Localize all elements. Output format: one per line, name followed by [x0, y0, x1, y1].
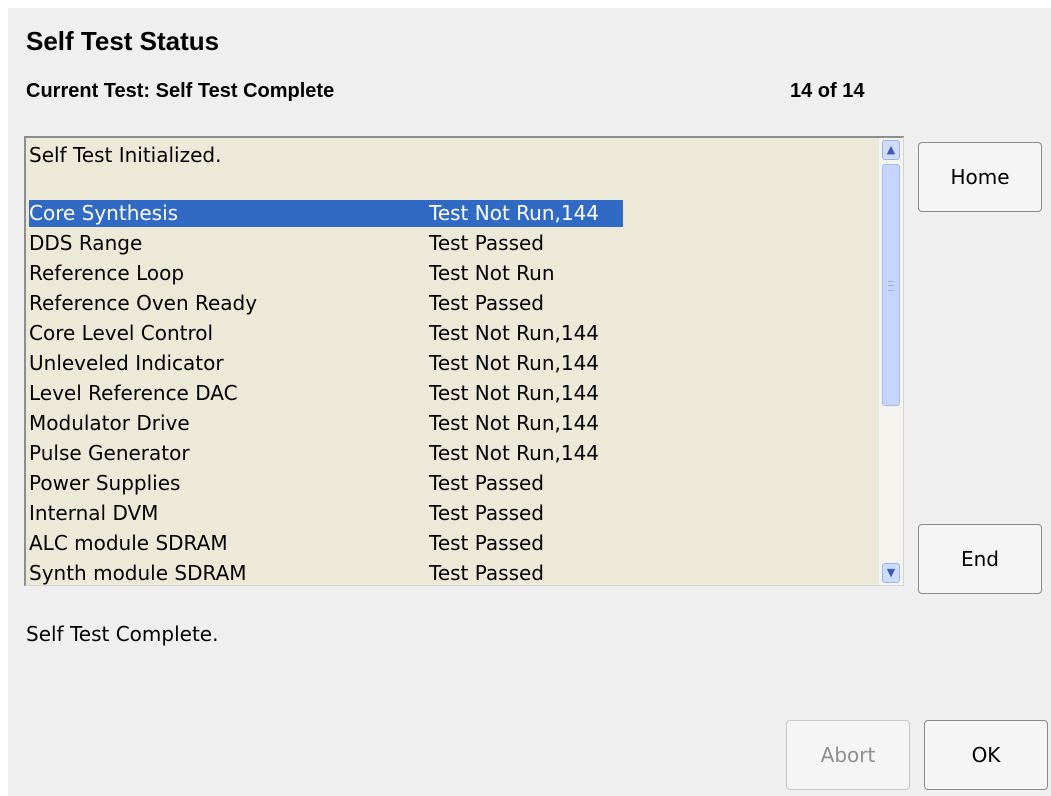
test-status: Test Not Run,144 — [429, 321, 600, 345]
test-status: Test Passed — [429, 501, 544, 525]
test-status: Test Not Run,144 — [429, 441, 600, 465]
test-name: Internal DVM — [29, 501, 159, 525]
self-test-dialog: Self Test Status Current Test: Self Test… — [8, 8, 1051, 796]
test-counter: 14 of 14 — [790, 80, 865, 102]
abort-button[interactable]: Abort — [786, 720, 910, 790]
dialog-title: Self Test Status — [26, 26, 220, 56]
test-name: Reference Oven Ready — [29, 291, 258, 315]
test-name: DDS Range — [29, 231, 143, 255]
test-name: Power Supplies — [29, 471, 181, 495]
test-name: Core Synthesis — [29, 201, 179, 225]
test-status: Test Passed — [429, 531, 544, 555]
test-status: Test Not Run,144 — [429, 351, 600, 375]
test-status: Test Passed — [429, 471, 544, 495]
vertical-scrollbar[interactable]: ▲ ▼ — [878, 138, 903, 585]
chevron-up-icon[interactable]: ▲ — [882, 140, 900, 160]
test-name: Pulse Generator — [29, 441, 190, 465]
test-status: Test Not Run — [429, 261, 555, 285]
test-name: Level Reference DAC — [29, 381, 238, 405]
table-row[interactable]: Core Synthesis Test Not Run,144 — [29, 200, 623, 227]
chevron-down-icon[interactable]: ▼ — [882, 563, 900, 583]
scroll-thumb[interactable] — [882, 164, 900, 406]
test-name: Unleveled Indicator — [29, 351, 224, 375]
test-name: Reference Loop — [29, 261, 185, 285]
grip-icon — [888, 281, 894, 291]
current-test-label: Current Test: Self Test Complete — [26, 80, 335, 102]
test-name: Modulator Drive — [29, 411, 190, 435]
test-results-content: Self Test Initialized. Core Synthesis Tes… — [26, 138, 880, 585]
test-name: ALC module SDRAM — [29, 531, 228, 555]
test-status: Test Passed — [429, 231, 544, 255]
test-name: Core Level Control — [29, 321, 214, 345]
home-button[interactable]: Home — [918, 142, 1042, 212]
test-status: Test Passed — [429, 561, 544, 585]
test-results-list[interactable]: Self Test Initialized. Core Synthesis Tes… — [24, 136, 904, 586]
test-status: Test Passed — [429, 291, 544, 315]
ok-button[interactable]: OK — [924, 720, 1048, 790]
log-header-line: Self Test Initialized. — [29, 143, 222, 167]
test-status: Test Not Run,144 — [429, 411, 600, 435]
test-status: Test Not Run,144 — [429, 381, 600, 405]
status-message: Self Test Complete. — [26, 622, 219, 646]
end-button[interactable]: End — [918, 524, 1042, 594]
test-name: Synth module SDRAM — [29, 561, 247, 585]
test-status: Test Not Run,144 — [429, 201, 600, 225]
